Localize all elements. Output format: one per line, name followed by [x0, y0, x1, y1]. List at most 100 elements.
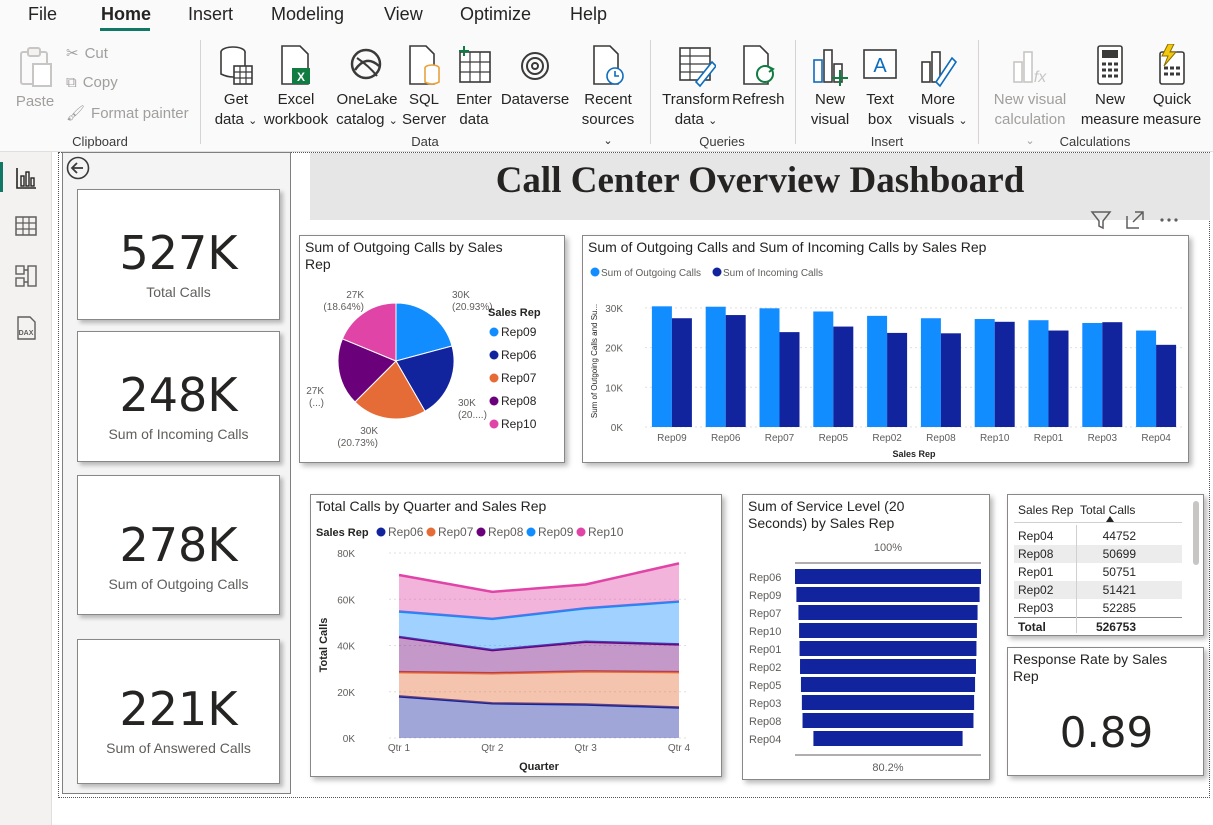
legend-title: Sales Rep: [316, 527, 369, 539]
cut-button[interactable]: ✂ Cut: [66, 44, 108, 63]
chevron-down-icon: ⌄: [248, 115, 258, 127]
model-view-icon[interactable]: [12, 262, 40, 290]
more-options-icon[interactable]: [1156, 207, 1182, 233]
new-visual-button[interactable]: New visual: [808, 44, 852, 130]
pie-data-label: 30K: [452, 290, 470, 301]
paste-button[interactable]: Paste: [12, 44, 58, 112]
pie-chart-visual[interactable]: Sum of Outgoing Calls by Sales Rep 30K (2…: [299, 235, 565, 463]
funnel-top-label: 100%: [874, 542, 902, 554]
total-calls-table[interactable]: Sales Rep Total Calls Rep04 44752 Rep08 50…: [1007, 494, 1204, 636]
funnel-bar-rep04: [813, 731, 963, 746]
menu-optimize[interactable]: Optimize: [460, 4, 531, 25]
table-view-icon[interactable]: [12, 212, 40, 240]
funnel-chart: 100% Rep06 Rep09 Rep07 Rep10 Rep01 Rep02 Rep05 R…: [749, 542, 981, 774]
ribbon: Paste ✂ Cut ⧉ Copy 🖌 Format painter Clipboa…: [0, 34, 1213, 152]
insert-group-label: Insert: [870, 134, 904, 149]
menu-help[interactable]: Help: [570, 4, 607, 25]
onelake-catalog-button[interactable]: OneLake catalog ⌄: [334, 44, 400, 131]
funnel-category-label: Rep09: [749, 590, 781, 602]
stacked-area-chart-visual[interactable]: Total Calls by Quarter and Sales Rep Sal…: [310, 494, 722, 777]
active-tab-indicator: [100, 28, 150, 31]
legend-marker: [489, 419, 499, 429]
quick-measure-button[interactable]: Quick measure: [1142, 44, 1202, 130]
pie-data-label: (20....): [458, 410, 487, 421]
funnel-category-label: Rep06: [749, 572, 781, 584]
excel-workbook-button[interactable]: X Excel workbook: [262, 44, 330, 130]
more-visuals-button[interactable]: More visuals ⌄: [908, 44, 968, 131]
legend-item: Sum of Outgoing Calls: [601, 268, 701, 279]
recent-sources-button[interactable]: Recent sources ⌄: [578, 44, 638, 151]
menu-insert[interactable]: Insert: [188, 4, 233, 25]
recent-sources-icon: [593, 45, 624, 85]
new-measure-button[interactable]: New measure: [1080, 44, 1140, 130]
legend-item: Sum of Incoming Calls: [723, 268, 823, 279]
x-tick-label: Rep09: [657, 433, 687, 444]
back-arrow-icon[interactable]: [66, 156, 90, 180]
column-header-sales-rep[interactable]: Sales Rep: [1014, 501, 1076, 522]
table-grid-icon: [459, 46, 491, 83]
text-box-button[interactable]: A Text box: [858, 44, 902, 130]
kpi-card-incoming-calls[interactable]: 248K Sum of Incoming Calls: [77, 331, 280, 462]
y-tick-label: 10K: [605, 383, 623, 394]
x-tick-label: Rep10: [980, 433, 1010, 444]
bar-rep10-incoming: [994, 321, 1015, 427]
sql-server-button[interactable]: SQL Server: [402, 44, 446, 130]
kpi-card-answered-calls[interactable]: 221K Sum of Answered Calls: [77, 639, 280, 784]
y-tick-label: 20K: [605, 344, 623, 355]
group-separator: [795, 40, 796, 144]
group-separator: [978, 40, 979, 144]
funnel-bar-rep08: [802, 713, 974, 728]
filter-icon[interactable]: [1088, 207, 1114, 233]
menu-modeling[interactable]: Modeling: [271, 4, 344, 25]
sort-ascending-icon: [1106, 516, 1114, 522]
legend-marker: [476, 527, 486, 537]
transform-data-button[interactable]: Transform data ⌄: [660, 44, 732, 131]
chevron-down-icon: ⌄: [603, 135, 613, 147]
refresh-button[interactable]: Refresh: [732, 44, 785, 110]
funnel-category-label: Rep10: [749, 626, 781, 638]
bar-rep06-outgoing: [705, 306, 726, 427]
chevron-down-icon: ⌄: [708, 115, 718, 127]
database-icon: [220, 46, 253, 85]
table-row: Rep08 50699: [1014, 545, 1182, 563]
legend-item: Rep10: [501, 417, 537, 431]
x-tick-label: Rep01: [1034, 433, 1064, 444]
group-separator: [200, 40, 201, 144]
menu-bar: File Home Insert Modeling View Optimize …: [0, 0, 1213, 34]
menu-file[interactable]: File: [28, 4, 57, 25]
legend-marker: [576, 527, 586, 537]
pie-data-label: (20.73%): [337, 438, 378, 449]
legend-item: Rep07: [438, 525, 474, 539]
funnel-chart-visual[interactable]: Sum of Service Level (20 Seconds) by Sal…: [742, 494, 990, 780]
stacked-area-chart: Sales Rep Rep06 Rep07 Rep08 Rep09 Rep10 0K 20K 4…: [316, 525, 691, 773]
svg-text:DAX: DAX: [19, 330, 34, 337]
copy-button[interactable]: ⧉ Copy: [66, 74, 118, 91]
bar-rep03-incoming: [1102, 322, 1123, 427]
x-tick-label: Rep07: [765, 433, 795, 444]
visual-calculation-icon: fx: [1013, 51, 1047, 86]
table-scrollbar[interactable]: [1193, 501, 1199, 565]
kpi-card-total-calls[interactable]: 527K Total Calls: [77, 189, 280, 320]
enter-data-button[interactable]: Enter data: [452, 44, 496, 130]
clustered-column-chart-visual[interactable]: Sum of Outgoing Calls and Sum of Incomin…: [582, 235, 1189, 463]
kpi-card-outgoing-calls[interactable]: 278K Sum of Outgoing Calls: [77, 475, 280, 615]
legend-item: Rep07: [501, 371, 537, 385]
dataverse-button[interactable]: Dataverse: [500, 44, 570, 110]
response-rate-card[interactable]: Response Rate by Sales Rep 0.89: [1007, 647, 1204, 776]
get-data-button[interactable]: Get data ⌄: [210, 44, 262, 131]
dashboard-title-banner: Call Center Overview Dashboard: [310, 153, 1210, 220]
funnel-bottom-label: 80.2%: [872, 762, 903, 774]
kpi-value: 248K: [119, 368, 238, 422]
y-tick-label: 0K: [611, 423, 624, 434]
dax-query-view-icon[interactable]: DAX: [12, 314, 40, 342]
clipboard-group-label: Clipboard: [72, 134, 128, 149]
menu-view[interactable]: View: [384, 4, 423, 25]
report-view-icon[interactable]: [12, 164, 40, 192]
legend-item: Rep08: [501, 394, 537, 408]
focus-mode-icon[interactable]: [1122, 207, 1148, 233]
y-tick-label: 80K: [337, 549, 355, 560]
y-tick-label: 20K: [337, 688, 355, 699]
menu-home[interactable]: Home: [101, 4, 151, 25]
format-painter-button[interactable]: 🖌 Format painter: [66, 104, 189, 123]
group-separator: [650, 40, 651, 144]
